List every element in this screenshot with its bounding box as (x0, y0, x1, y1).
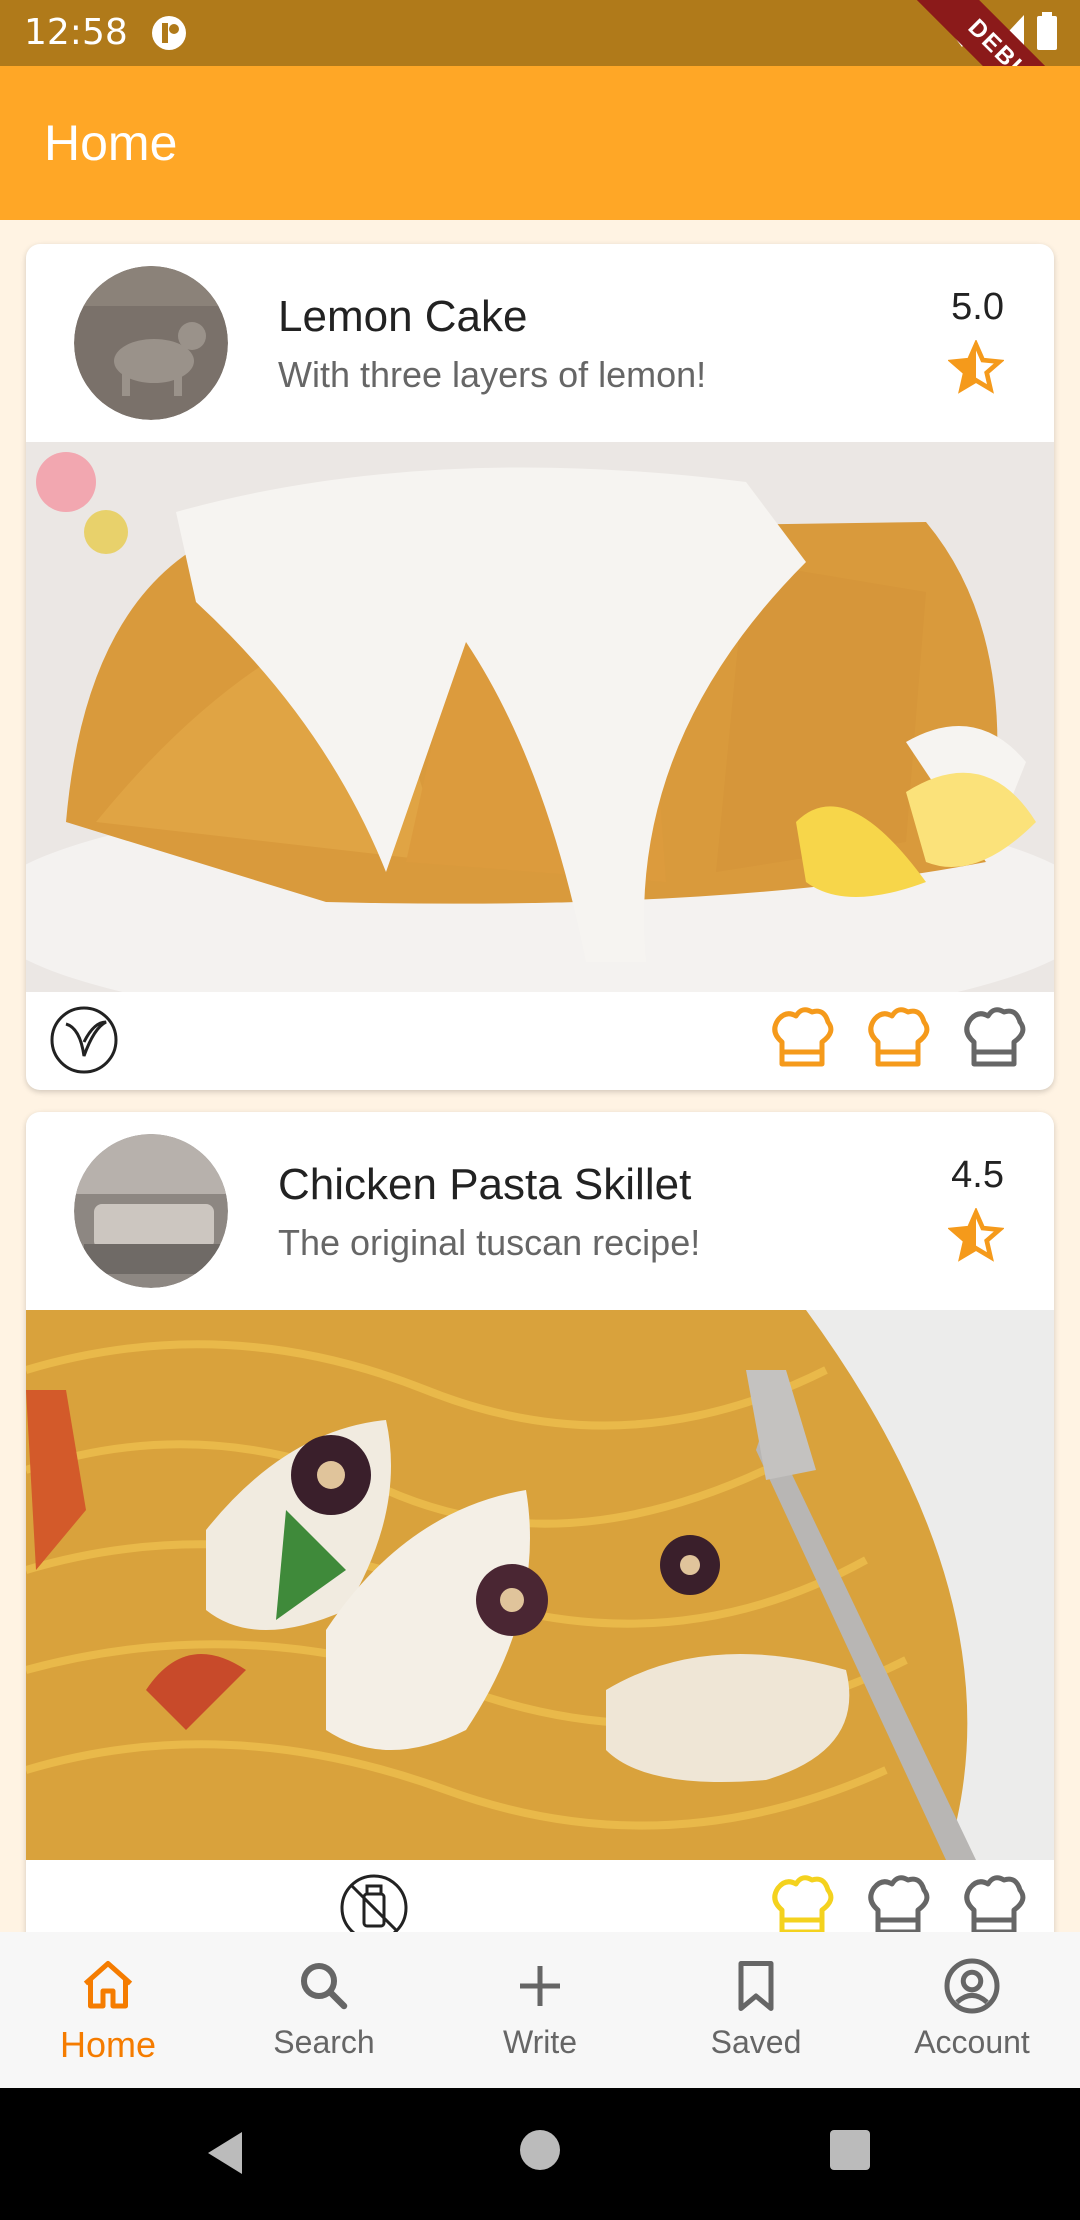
recipe-subtitle: The original tuscan recipe! (278, 1222, 701, 1263)
recipe-title: Lemon Cake (278, 292, 528, 341)
recipe-title: Chicken Pasta Skillet (278, 1160, 692, 1209)
nav-search[interactable]: Search (216, 1932, 432, 2088)
recipe-card-footer (26, 1860, 1054, 1932)
app-notification-icon (152, 16, 186, 50)
nav-home[interactable]: Home (0, 1932, 216, 2088)
recipe-image[interactable] (26, 1310, 1054, 1860)
nav-label: Write (502, 2024, 578, 2060)
vegan-leaf-icon (50, 1006, 118, 1074)
author-avatar[interactable] (74, 1134, 228, 1288)
bookmark-icon (738, 1961, 774, 2011)
recipe-image[interactable] (26, 442, 1054, 992)
recipe-card-header: Chicken Pasta Skillet The original tusca… (26, 1112, 1054, 1310)
search-icon (301, 1963, 348, 2010)
half-star-icon (948, 1208, 1004, 1262)
nav-label: Search (273, 2024, 375, 2060)
recipe-feed[interactable]: Lemon Cake With three layers of lemon! 5… (0, 220, 1080, 1932)
page-title: Home (44, 115, 178, 171)
lemon-cake-photo (26, 442, 1054, 992)
recipe-card-header: Lemon Cake With three layers of lemon! 5… (26, 244, 1054, 442)
app-bar: Home (0, 66, 1080, 220)
chicken-pasta-photo (26, 1310, 1054, 1860)
system-navigation-bar (0, 2088, 1080, 2220)
chef-hat-icon (964, 1007, 1026, 1067)
recipe-card-footer (26, 992, 1054, 1088)
status-time: 12:58 (24, 12, 128, 53)
rating-value: 4.5 (951, 1154, 1004, 1196)
nav-account[interactable]: Account (864, 1932, 1080, 2088)
chef-hat-icon (964, 1875, 1026, 1932)
account-icon (944, 1958, 1000, 2014)
recents-icon[interactable] (828, 2128, 872, 2172)
recipe-card[interactable]: Chicken Pasta Skillet The original tusca… (26, 1112, 1054, 1932)
home-icon (83, 1961, 133, 2009)
chef-hat-icon (772, 1007, 834, 1067)
nav-label: Saved (710, 2024, 802, 2060)
nav-label: Home (59, 2024, 157, 2065)
bottom-navigation: Home Search Write Saved Account (0, 1932, 1080, 2088)
nav-write[interactable]: Write (432, 1932, 648, 2088)
chef-hat-icon (868, 1007, 930, 1067)
rating-value: 5.0 (951, 286, 1004, 328)
half-star-icon (948, 340, 1004, 394)
recipe-subtitle: With three layers of lemon! (278, 354, 707, 395)
nav-saved[interactable]: Saved (648, 1932, 864, 2088)
back-icon[interactable] (202, 2128, 248, 2178)
chef-hat-icon (868, 1875, 930, 1932)
chef-hat-icon (772, 1875, 834, 1932)
status-bar: 12:58 DEBUG (0, 0, 1080, 166)
author-avatar[interactable] (74, 266, 228, 420)
recipe-card[interactable]: Lemon Cake With three layers of lemon! 5… (26, 244, 1054, 1090)
dairy-free-icon (340, 1874, 408, 1932)
home-button-icon[interactable] (518, 2128, 562, 2172)
plus-icon (520, 1966, 560, 2006)
battery-icon (1037, 12, 1057, 50)
nav-label: Account (914, 2024, 1030, 2060)
